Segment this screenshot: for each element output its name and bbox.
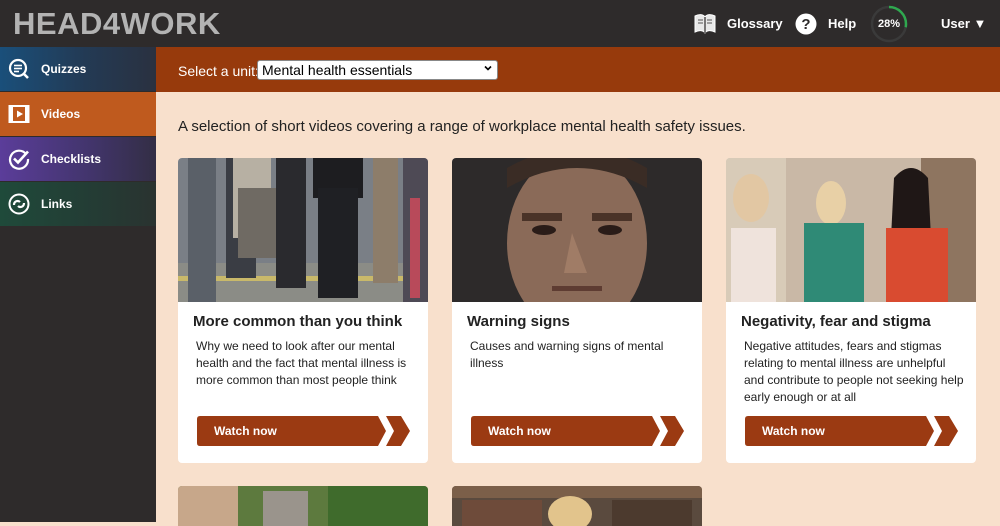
video-thumbnail-partial[interactable]: [452, 486, 702, 526]
card-description: Negative attitudes, fears and stigmas re…: [744, 339, 964, 404]
svg-text:?: ?: [801, 16, 810, 33]
user-menu[interactable]: User ▼: [941, 0, 986, 47]
checklist-icon: [8, 149, 30, 170]
watch-now-label: Watch now: [488, 424, 551, 438]
help-link[interactable]: ? Help: [795, 0, 856, 47]
card-description: Why we need to look after our mental hea…: [196, 339, 407, 387]
unit-select[interactable]: Mental health essentials: [257, 60, 498, 80]
quiz-icon: [8, 58, 29, 79]
video-thumbnail-crowd[interactable]: [178, 158, 428, 302]
unit-select-value: Mental health essentials: [262, 62, 413, 78]
video-card-partial: [452, 486, 702, 526]
video-card: Negativity, fear and stigma Negative att…: [726, 158, 976, 463]
sidebar-item-label: Checklists: [41, 152, 102, 166]
link-icon: [8, 193, 30, 215]
watch-now-label: Watch now: [214, 424, 277, 438]
intro-text: A selection of short videos covering a r…: [178, 118, 746, 135]
chevron-down-icon: [484, 65, 492, 71]
unit-label: Select a unit:: [178, 63, 259, 79]
sidebar-item-label: Links: [41, 197, 73, 211]
card-title: Negativity, fear and stigma: [741, 313, 931, 330]
card-title: More common than you think: [193, 313, 403, 330]
watch-now-label: Watch now: [762, 424, 825, 438]
help-icon: ?: [795, 13, 817, 34]
watch-now-button[interactable]: Watch now: [197, 416, 411, 446]
top-bar: HEAD4WORK Glossary ? Help 28% User ▼: [0, 0, 1000, 47]
video-thumbnail-partial[interactable]: [178, 486, 428, 526]
progress-percent: 28%: [877, 18, 901, 30]
logo[interactable]: HEAD4WORK: [13, 6, 221, 42]
card-title: Warning signs: [467, 313, 570, 330]
video-card: Warning signs Causes and warning signs o…: [452, 158, 702, 463]
watch-now-button[interactable]: Watch now: [745, 416, 959, 446]
glossary-label: Glossary: [727, 16, 783, 31]
help-label: Help: [828, 16, 857, 31]
sidebar-item-checklists[interactable]: Checklists: [0, 137, 156, 181]
user-label: User ▼: [941, 16, 987, 31]
video-thumbnail-face[interactable]: [452, 158, 702, 302]
glossary-link[interactable]: Glossary: [693, 0, 783, 47]
sidebar-item-quizzes[interactable]: Quizzes: [0, 47, 156, 91]
watch-now-button[interactable]: Watch now: [471, 416, 685, 446]
book-icon: [694, 13, 716, 34]
sidebar-item-links[interactable]: Links: [0, 182, 156, 226]
sidebar-item-videos[interactable]: Videos: [0, 92, 156, 136]
video-card: More common than you think Why we need t…: [178, 158, 428, 463]
video-card-partial: [178, 486, 428, 526]
video-thumbnail-women[interactable]: [726, 158, 976, 302]
sidebar-item-label: Quizzes: [41, 62, 87, 76]
video-icon: [8, 105, 30, 123]
card-description: Causes and warning signs of mental illne…: [470, 339, 664, 370]
sidebar-item-label: Videos: [41, 107, 81, 121]
